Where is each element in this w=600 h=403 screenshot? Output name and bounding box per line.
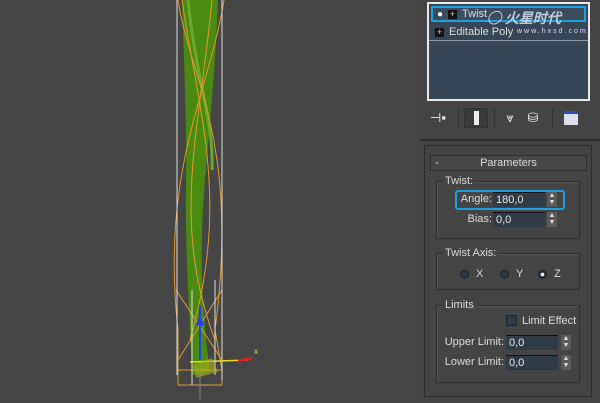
stack-item-label: Twist [462, 8, 488, 20]
axis-y-label: Y [516, 268, 524, 280]
group-label: Limits [443, 299, 476, 311]
watermark-logo: ◯ 火星时代 [487, 10, 561, 26]
configure-modifier-sets-icon[interactable] [562, 108, 580, 128]
upper-limit-label: Upper Limit: [444, 336, 504, 348]
group-label: Twist Axis: [443, 247, 499, 259]
axis-z-label: Z [554, 268, 561, 280]
parameters-rollout-header[interactable]: - Parameters [430, 155, 587, 171]
angle-spinner[interactable]: ▲ ▼ [547, 192, 557, 207]
lower-limit-spinner[interactable]: ▲ ▼ [561, 355, 571, 370]
bias-label: Bias: [467, 213, 492, 225]
remove-modifier-icon[interactable]: ⛁ [526, 108, 540, 128]
axis-x-label: X [476, 268, 484, 280]
group-label: Twist: [443, 175, 476, 187]
show-end-result-icon[interactable] [464, 108, 488, 128]
make-unique-icon[interactable]: ⩔ [502, 108, 518, 128]
x-axis-label: x [254, 347, 258, 356]
rollout-title: Parameters [480, 157, 537, 169]
upper-limit-input[interactable]: 0,0 [506, 335, 558, 350]
limit-effect-checkbox[interactable] [506, 315, 517, 326]
limit-effect-label: Limit Effect [522, 315, 577, 327]
axis-y-radio[interactable] [500, 270, 509, 279]
axis-z-radio[interactable] [538, 270, 547, 279]
axis-x-radio[interactable] [460, 270, 469, 279]
twisted-mesh-view: x [173, 0, 258, 400]
bias-input[interactable]: 0,0 [493, 212, 545, 227]
lightbulb-icon[interactable]: ● [437, 9, 443, 20]
modifier-stack[interactable]: ● + Twist + Editable Poly ◯ 火星时代 www.hxs… [427, 2, 590, 101]
pin-stack-icon[interactable]: ⊣▪ [428, 108, 448, 128]
lower-limit-input[interactable]: 0,0 [506, 355, 558, 370]
lower-limit-label: Lower Limit: [444, 356, 504, 368]
expand-icon[interactable]: + [435, 27, 444, 37]
bias-spinner[interactable]: ▲ ▼ [547, 212, 557, 227]
angle-input[interactable]: 180,0 [493, 192, 545, 207]
command-panel: ● + Twist + Editable Poly ◯ 火星时代 www.hxs… [420, 0, 600, 400]
viewport[interactable]: x [0, 0, 420, 400]
upper-limit-spinner[interactable]: ▲ ▼ [561, 335, 571, 350]
expand-icon[interactable]: + [448, 9, 458, 19]
watermark-url: www.hxsd.com [517, 28, 588, 35]
angle-label: Angle: [460, 193, 492, 205]
